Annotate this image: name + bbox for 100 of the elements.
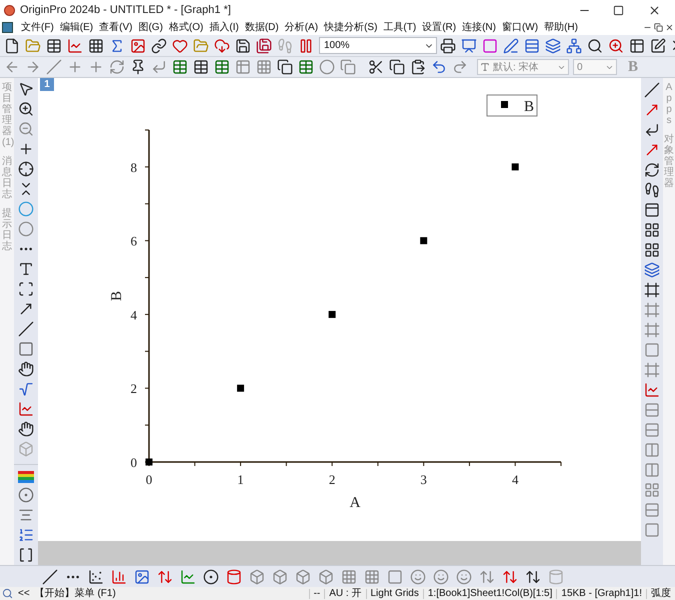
add-icon[interactable] [67,59,83,75]
grid-icon[interactable] [256,59,272,75]
line-icon[interactable] [46,59,62,75]
menu-item[interactable]: 连接(N) [459,20,499,35]
hand-icon[interactable] [18,361,34,377]
presentation-icon[interactable] [461,38,477,54]
panel-icon[interactable] [644,202,660,218]
menu-item[interactable]: 窗口(W) [498,20,542,35]
link-icon[interactable] [151,38,167,54]
menu-item[interactable]: 文件(F) [18,20,57,35]
maximize-icon[interactable] [613,4,624,16]
zoom-in-icon[interactable] [18,101,34,117]
folder-icon[interactable] [25,38,41,54]
list-icon[interactable] [18,527,34,543]
menu-item[interactable]: 插入(I) [206,20,242,35]
axes-arrow-icon[interactable] [644,142,660,158]
menu-item[interactable]: 图(G) [135,20,166,35]
color-bars-icon[interactable] [18,471,34,483]
back-icon[interactable] [4,59,20,75]
graph-icon[interactable] [67,38,83,54]
return-icon[interactable] [151,59,167,75]
printer-icon[interactable] [440,38,456,54]
rows-icon[interactable] [644,402,660,418]
zoom-dropdown[interactable]: 100% [319,37,437,54]
menu-item[interactable]: 帮助(H) [541,20,581,35]
rows-icon[interactable] [644,502,660,518]
cut-icon[interactable] [368,59,384,75]
layers-icon[interactable] [644,262,660,278]
forward-icon[interactable] [25,59,41,75]
pointer-icon[interactable] [18,81,34,97]
equation-icon[interactable] [18,381,34,397]
box-icon[interactable] [249,568,265,584]
save-icon[interactable] [235,38,251,54]
columns-icon[interactable] [644,462,660,478]
open-folder-icon[interactable] [193,38,209,54]
add-icon[interactable] [88,59,104,75]
pen-icon[interactable] [503,38,519,54]
pause-icon[interactable] [298,38,314,54]
bracket-icon[interactable] [18,547,34,563]
chart-icon[interactable] [644,382,660,398]
graph-object-icon[interactable] [18,401,34,417]
menu-item[interactable]: 快捷分析(S) [321,20,380,35]
copy-sheet-icon[interactable] [277,59,293,75]
box-3d-icon[interactable] [272,568,288,584]
rectangle-icon[interactable] [18,341,34,357]
align-icon[interactable] [18,507,34,523]
copy-icon[interactable] [389,59,405,75]
grid-icon[interactable] [364,568,380,584]
grid-icon[interactable] [341,568,357,584]
workbook-icon[interactable] [172,59,188,75]
hand-icon[interactable] [18,421,34,437]
image-icon[interactable] [130,38,146,54]
swap-icon[interactable] [644,162,660,178]
restore-icon[interactable] [654,23,663,32]
menu-item[interactable]: 编辑(E) [56,20,96,35]
image-plot-icon[interactable] [134,568,150,584]
grid-layout-icon[interactable] [644,222,660,238]
circle-icon[interactable] [319,59,335,75]
circle-dot-icon[interactable] [18,487,34,503]
layers-icon[interactable] [545,38,561,54]
lines-icon[interactable] [644,82,660,98]
target-icon[interactable] [18,161,34,177]
rows-icon[interactable] [644,422,660,438]
square-icon[interactable] [387,568,403,584]
menu-item[interactable]: 设置(R) [419,20,460,35]
matrix-icon[interactable] [88,38,104,54]
number-table-icon[interactable] [193,59,209,75]
scan-icon[interactable] [18,281,34,297]
redo-icon[interactable] [452,59,468,75]
menu-item[interactable]: 查看(V) [96,20,136,35]
workbook-icon[interactable] [46,38,62,54]
grid-layout-icon[interactable] [644,242,660,258]
line-tool-icon[interactable] [18,321,34,337]
square-icon[interactable] [644,342,660,358]
box-3d-icon[interactable] [318,568,334,584]
edit-icon[interactable] [650,38,666,54]
search-icon[interactable] [587,38,603,54]
rows-icon[interactable] [524,38,540,54]
square-icon[interactable] [644,522,660,538]
refresh-icon[interactable] [109,59,125,75]
grid-icon[interactable] [644,482,660,498]
paste-icon[interactable] [410,59,426,75]
sheet-icon[interactable] [298,59,314,75]
menu-item[interactable]: 分析(A) [282,20,322,35]
box-3d-icon[interactable] [295,568,311,584]
text-tool-icon[interactable] [18,261,34,277]
menu-item[interactable]: 格式(O) [166,20,206,35]
undo-icon[interactable] [431,59,447,75]
line-plot-icon[interactable] [42,568,58,584]
table-icon[interactable] [629,38,645,54]
pin-icon[interactable] [130,59,146,75]
save-all-icon[interactable] [256,38,272,54]
cloud-download-icon[interactable] [214,38,230,54]
arrows-icon[interactable] [525,568,541,584]
heart-icon[interactable] [172,38,188,54]
columns-icon[interactable] [644,442,660,458]
menu-item[interactable]: 数据(D) [242,20,282,35]
duplicate-icon[interactable] [340,59,356,75]
column-chart-icon[interactable] [111,568,127,584]
close-icon[interactable] [648,4,661,16]
